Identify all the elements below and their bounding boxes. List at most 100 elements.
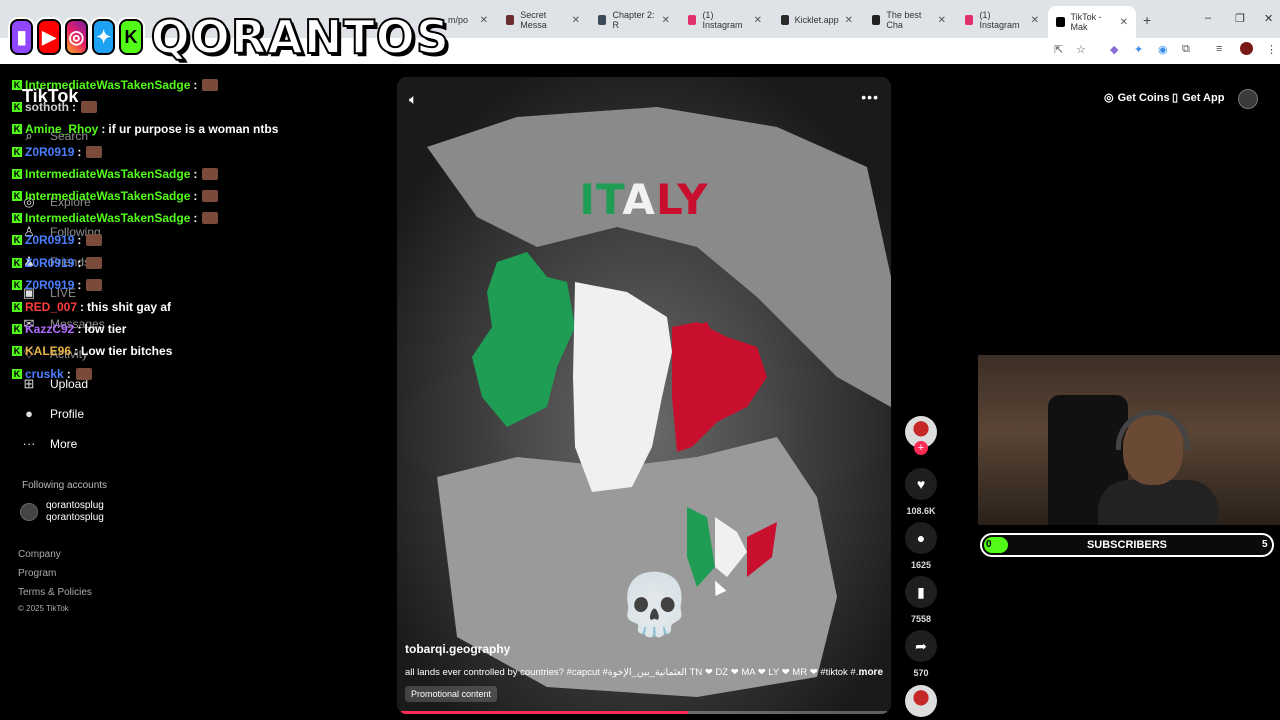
- video-progress-bar[interactable]: [401, 711, 887, 714]
- footer-terms-link[interactable]: Terms & Policies: [18, 587, 92, 598]
- save-button[interactable]: ▮ 7558: [904, 576, 938, 624]
- bookmark-icon: ▮: [905, 576, 937, 608]
- chat-emote-icon: [202, 212, 219, 225]
- caption-more-link[interactable]: more: [859, 667, 883, 678]
- browser-tab-3[interactable]: Chapter 2: R ✕: [590, 8, 678, 32]
- chat-username[interactable]: KazzC92: [25, 322, 74, 336]
- chat-emote-icon: [202, 167, 219, 180]
- chat-username[interactable]: IntermediateWasTakenSadge: [25, 211, 190, 225]
- chat-username[interactable]: KALE96: [25, 344, 71, 358]
- tab-7-title: (1) Instagram: [979, 10, 1020, 30]
- like-button[interactable]: ♥ 108.6K: [904, 468, 938, 516]
- creator-avatar-button[interactable]: +: [904, 416, 938, 455]
- chat-separator: :: [77, 255, 82, 270]
- video-player[interactable]: 🔈︎ ••• ITALY 💀 tobarqi.geography all lan…: [397, 77, 891, 714]
- chat-username[interactable]: Z0R0919: [25, 233, 74, 247]
- music-disc-button[interactable]: [904, 685, 938, 717]
- new-tab-button[interactable]: +: [1143, 12, 1151, 28]
- video-more-icon[interactable]: •••: [861, 89, 879, 105]
- close-tab-icon[interactable]: ✕: [1120, 17, 1128, 28]
- instagram-logo-icon: ◎: [64, 19, 88, 55]
- restore-button[interactable]: ❐: [1235, 12, 1245, 25]
- profile-avatar-icon: ●: [25, 406, 33, 421]
- sidebar-item-more[interactable]: ··· More: [22, 436, 78, 451]
- chat-username[interactable]: cruskk: [25, 367, 64, 381]
- kick-badge-icon: K: [12, 368, 22, 379]
- chat-username[interactable]: IntermediateWasTakenSadge: [25, 167, 190, 181]
- sidebar-item-profile[interactable]: ● Profile: [22, 406, 84, 421]
- share-button[interactable]: ➦ 570: [904, 630, 938, 678]
- bookmark-star-icon[interactable]: ☆: [1076, 43, 1086, 56]
- close-tab-icon[interactable]: ✕: [572, 15, 580, 26]
- tab-favicon: [781, 15, 789, 25]
- chat-separator: :: [193, 211, 198, 226]
- install-app-icon[interactable]: ⇱: [1054, 43, 1063, 56]
- follow-plus-icon[interactable]: +: [914, 441, 928, 455]
- channel-name: QORANTOS: [150, 9, 450, 65]
- video-caption: all lands ever controlled by countries? …: [405, 667, 864, 678]
- kick-badge-icon: K: [12, 168, 22, 179]
- chat-emote-icon: [86, 256, 103, 269]
- close-tab-icon[interactable]: ✕: [754, 15, 762, 26]
- browser-tab-2[interactable]: Secret Messa ✕: [498, 8, 588, 32]
- chat-username[interactable]: IntermediateWasTakenSadge: [25, 78, 190, 92]
- chat-message: K IntermediateWasTakenSadge :: [12, 163, 392, 185]
- chat-separator: :: [77, 144, 82, 159]
- promotional-badge: Promotional content: [405, 686, 498, 702]
- browser-tab-6[interactable]: The best Cha ✕: [864, 8, 954, 32]
- chat-separator: :: [193, 189, 198, 204]
- close-tab-icon[interactable]: ✕: [1031, 15, 1039, 26]
- footer-program-link[interactable]: Program: [18, 568, 56, 579]
- close-tab-icon[interactable]: ✕: [662, 15, 670, 26]
- chat-separator: :: [80, 299, 85, 314]
- tab-4-title: (1) Instagram: [702, 10, 743, 30]
- browser-tab-5[interactable]: Kicklet.app ✕: [773, 8, 861, 32]
- media-control-icon[interactable]: ≡: [1216, 43, 1222, 55]
- browser-tab-tiktok[interactable]: TikTok - Mak ✕: [1048, 6, 1136, 38]
- close-window-button[interactable]: ✕: [1264, 12, 1273, 25]
- get-coins-button[interactable]: ◎ Get Coins: [1104, 91, 1170, 105]
- footer-company-link[interactable]: Company: [18, 549, 61, 560]
- chat-message: K Z0R0919 :: [12, 229, 392, 251]
- chat-username[interactable]: RED_007: [25, 300, 77, 314]
- chat-username[interactable]: sothoth: [25, 100, 69, 114]
- tiktok-profile-avatar[interactable]: [1238, 89, 1258, 109]
- chat-username[interactable]: Amine_Rhoy: [25, 122, 98, 136]
- phone-icon: ▯: [1172, 92, 1179, 104]
- close-tab-icon[interactable]: ✕: [480, 15, 488, 26]
- stream-banner: ▮ ▶ ◎ ✦ K QORANTOS: [10, 8, 450, 66]
- extensions-puzzle-icon[interactable]: ⧉: [1182, 43, 1190, 56]
- webcam-feed: [978, 355, 1280, 525]
- chat-separator: :: [77, 322, 82, 337]
- tab-favicon: [965, 15, 974, 25]
- close-tab-icon[interactable]: ✕: [845, 15, 853, 26]
- tab-favicon: [688, 15, 697, 25]
- chat-username[interactable]: IntermediateWasTakenSadge: [25, 189, 190, 203]
- kick-badge-icon: K: [12, 235, 22, 246]
- following-account-item[interactable]: qorantosplug qorantosplug: [20, 500, 104, 524]
- browser-tab-4[interactable]: (1) Instagram ✕: [680, 8, 770, 32]
- extension-icon[interactable]: ◆: [1110, 43, 1118, 56]
- video-author[interactable]: tobarqi.geography: [405, 642, 510, 656]
- chat-username[interactable]: Z0R0919: [25, 145, 74, 159]
- kick-badge-icon: K: [12, 257, 22, 268]
- translate-extension-icon[interactable]: ✦: [1134, 43, 1143, 56]
- comment-icon: ●: [905, 522, 937, 554]
- kick-badge-icon: K: [12, 324, 22, 335]
- browser-tab-7[interactable]: (1) Instagram ✕: [957, 8, 1047, 32]
- audio-extension-icon[interactable]: ◉: [1158, 43, 1168, 56]
- close-tab-icon[interactable]: ✕: [938, 15, 946, 26]
- chat-username[interactable]: Z0R0919: [25, 278, 74, 292]
- browser-menu-icon[interactable]: ⋮: [1266, 43, 1277, 56]
- kick-badge-icon: K: [12, 346, 22, 357]
- browser-profile-avatar[interactable]: [1240, 42, 1253, 55]
- minimize-button[interactable]: –: [1205, 12, 1211, 24]
- chat-emote-icon: [202, 190, 219, 203]
- comment-button[interactable]: ● 1625: [904, 522, 938, 570]
- chat-message: K IntermediateWasTakenSadge :: [12, 74, 392, 96]
- volume-icon[interactable]: 🔈︎: [409, 91, 417, 108]
- get-app-button[interactable]: ▯ Get App: [1172, 91, 1224, 105]
- kick-badge-icon: K: [12, 80, 22, 91]
- chat-username[interactable]: Z0R0919: [25, 256, 74, 270]
- tab-favicon: [598, 15, 607, 25]
